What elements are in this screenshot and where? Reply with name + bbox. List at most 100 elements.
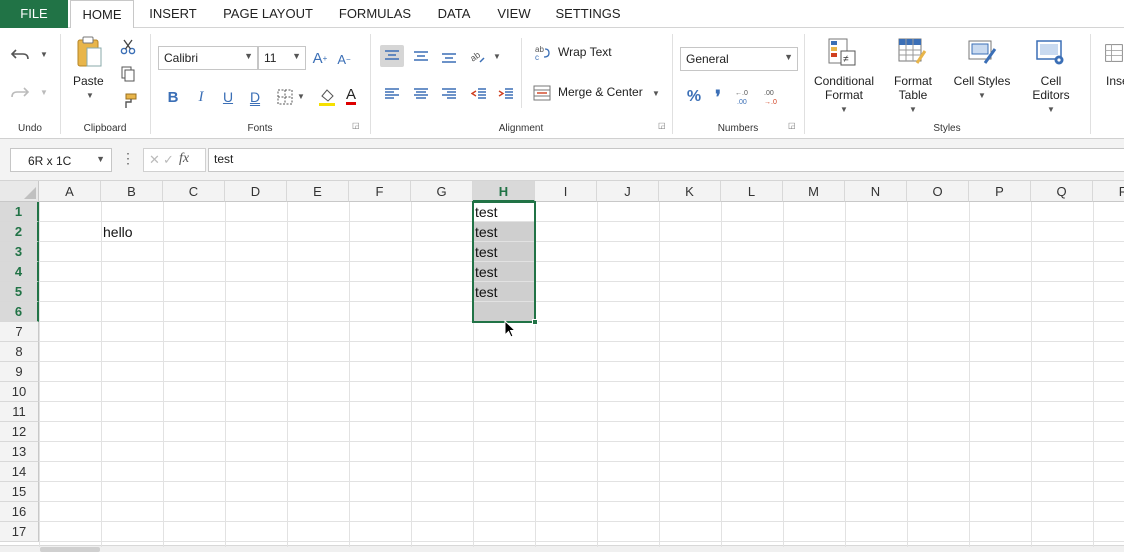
formula-input[interactable]: test — [208, 148, 1124, 172]
conditional-format-label-1[interactable]: Conditional — [813, 74, 875, 88]
decrease-font-icon[interactable]: A − — [335, 50, 353, 68]
column-header-i[interactable]: I — [535, 181, 597, 202]
align-top-icon[interactable] — [380, 45, 404, 67]
cut-icon[interactable] — [118, 37, 138, 57]
tab-data[interactable]: DATA — [428, 0, 480, 28]
conditional-format-dropdown-arrow[interactable]: ▼ — [840, 105, 848, 114]
cell-editors-label-1[interactable]: Cell — [1020, 74, 1082, 88]
decrease-indent-icon[interactable] — [467, 83, 491, 105]
alignment-dialog-launcher-icon[interactable]: ◲ — [658, 121, 666, 130]
cell-styles-icon[interactable] — [966, 36, 998, 68]
row-header-14[interactable]: 14 — [0, 462, 39, 482]
cell-editors-dropdown-arrow[interactable]: ▼ — [1047, 105, 1055, 114]
italic-icon[interactable]: I — [192, 86, 210, 108]
column-header-k[interactable]: K — [659, 181, 721, 202]
merge-dropdown-arrow[interactable]: ▼ — [652, 89, 660, 98]
cell-editors-label-2[interactable]: Editors — [1020, 88, 1082, 102]
row-header-4[interactable]: 4 — [0, 262, 39, 282]
fill-color-icon[interactable] — [316, 86, 338, 108]
insert-button-label[interactable]: Inse — [1106, 74, 1124, 88]
cell-styles-label[interactable]: Cell Styles — [950, 74, 1014, 88]
double-underline-icon[interactable]: D — [246, 86, 264, 108]
tab-home[interactable]: HOME — [70, 0, 134, 29]
column-header-j[interactable]: J — [597, 181, 659, 202]
conditional-format-icon[interactable]: ≠ — [826, 36, 858, 68]
increase-decimal-icon[interactable]: ←.0.00 — [733, 86, 759, 108]
row-header-6[interactable]: 6 — [0, 302, 39, 322]
column-header-p[interactable]: P — [969, 181, 1031, 202]
column-header-g[interactable]: G — [411, 181, 473, 202]
column-header-h[interactable]: H — [473, 181, 535, 202]
comma-style-icon[interactable]: ❜ — [709, 86, 727, 108]
redo-button[interactable] — [8, 82, 32, 104]
row-header-2[interactable]: 2 — [0, 222, 39, 242]
row-header-3[interactable]: 3 — [0, 242, 39, 262]
decrease-decimal-icon[interactable]: .00 →.0 — [762, 86, 788, 108]
column-header-q[interactable]: Q — [1031, 181, 1093, 202]
format-table-label-1[interactable]: Format — [882, 74, 944, 88]
cell-b2[interactable]: hello — [101, 222, 163, 242]
wrap-text-button[interactable]: Wrap Text — [558, 45, 612, 59]
row-header-8[interactable]: 8 — [0, 342, 39, 362]
font-name-dropdown[interactable]: Calibri ▼ — [158, 46, 258, 70]
row-header-15[interactable]: 15 — [0, 482, 39, 502]
align-middle-icon[interactable] — [409, 45, 433, 67]
cell-styles-dropdown-arrow[interactable]: ▼ — [978, 91, 986, 100]
row-header-13[interactable]: 13 — [0, 442, 39, 462]
column-header-r[interactable]: R — [1093, 181, 1124, 202]
confirm-icon[interactable]: ✓ — [163, 152, 174, 168]
paste-icon[interactable] — [74, 34, 104, 70]
number-format-dropdown[interactable]: General ▼ — [680, 47, 798, 71]
column-header-c[interactable]: C — [163, 181, 225, 202]
row-header-17[interactable]: 17 — [0, 522, 39, 542]
increase-font-icon[interactable]: A + — [311, 48, 329, 68]
align-left-icon[interactable] — [380, 83, 404, 105]
font-size-dropdown[interactable]: 11 ▼ — [258, 46, 306, 70]
wrap-text-icon[interactable]: ab c — [532, 43, 552, 63]
paste-dropdown-arrow[interactable]: ▼ — [86, 91, 94, 100]
row-header-9[interactable]: 9 — [0, 362, 39, 382]
paste-button-label[interactable]: Paste — [73, 74, 104, 88]
tab-file[interactable]: FILE — [0, 0, 68, 28]
select-all-corner[interactable] — [0, 181, 39, 202]
row-header-1[interactable]: 1 — [0, 202, 39, 222]
insert-function-icon[interactable]: fx — [179, 151, 189, 167]
column-header-f[interactable]: F — [349, 181, 411, 202]
column-header-o[interactable]: O — [907, 181, 969, 202]
align-center-icon[interactable] — [409, 83, 433, 105]
redo-dropdown-arrow[interactable]: ▼ — [40, 88, 48, 97]
tab-view[interactable]: VIEW — [488, 0, 540, 28]
conditional-format-label-2[interactable]: Format — [813, 88, 875, 102]
row-header-7[interactable]: 7 — [0, 322, 39, 342]
tab-settings[interactable]: SETTINGS — [546, 0, 630, 28]
increase-indent-icon[interactable] — [494, 83, 518, 105]
cancel-icon[interactable]: ✕ — [149, 152, 160, 168]
column-header-l[interactable]: L — [721, 181, 783, 202]
undo-dropdown-arrow[interactable]: ▼ — [40, 50, 48, 59]
tab-page-layout[interactable]: PAGE LAYOUT — [212, 0, 324, 28]
row-header-11[interactable]: 11 — [0, 402, 39, 422]
row-header-16[interactable]: 16 — [0, 502, 39, 522]
name-box[interactable]: 6R x 1C ▼ — [10, 148, 112, 172]
horizontal-scrollbar[interactable] — [0, 545, 1124, 552]
merge-center-icon[interactable] — [532, 83, 552, 103]
borders-dropdown-arrow[interactable]: ▼ — [297, 92, 305, 101]
column-header-a[interactable]: A — [39, 181, 101, 202]
format-table-label-2[interactable]: Table — [882, 88, 944, 102]
scrollbar-thumb[interactable] — [40, 547, 100, 552]
text-orientation-icon[interactable]: ab — [466, 45, 488, 67]
bold-icon[interactable]: B — [164, 86, 182, 108]
copy-icon[interactable] — [118, 64, 138, 84]
row-header-5[interactable]: 5 — [0, 282, 39, 302]
cell-editors-icon[interactable] — [1034, 36, 1066, 68]
row-header-10[interactable]: 10 — [0, 382, 39, 402]
more-options-icon[interactable]: ⋮ — [121, 151, 135, 165]
row-header-12[interactable]: 12 — [0, 422, 39, 442]
column-header-m[interactable]: M — [783, 181, 845, 202]
undo-button[interactable] — [8, 44, 32, 66]
format-painter-icon[interactable] — [118, 91, 140, 111]
tab-insert[interactable]: INSERT — [138, 0, 208, 28]
spreadsheet-grid[interactable]: A B C D E F G H I J K L M N O P Q R 1 2 3 4 5 6 7 8 9 10 11 12 13 14 15 1… — [0, 181, 1124, 552]
format-table-dropdown-arrow[interactable]: ▼ — [909, 105, 917, 114]
numbers-dialog-launcher-icon[interactable]: ◲ — [788, 121, 796, 130]
